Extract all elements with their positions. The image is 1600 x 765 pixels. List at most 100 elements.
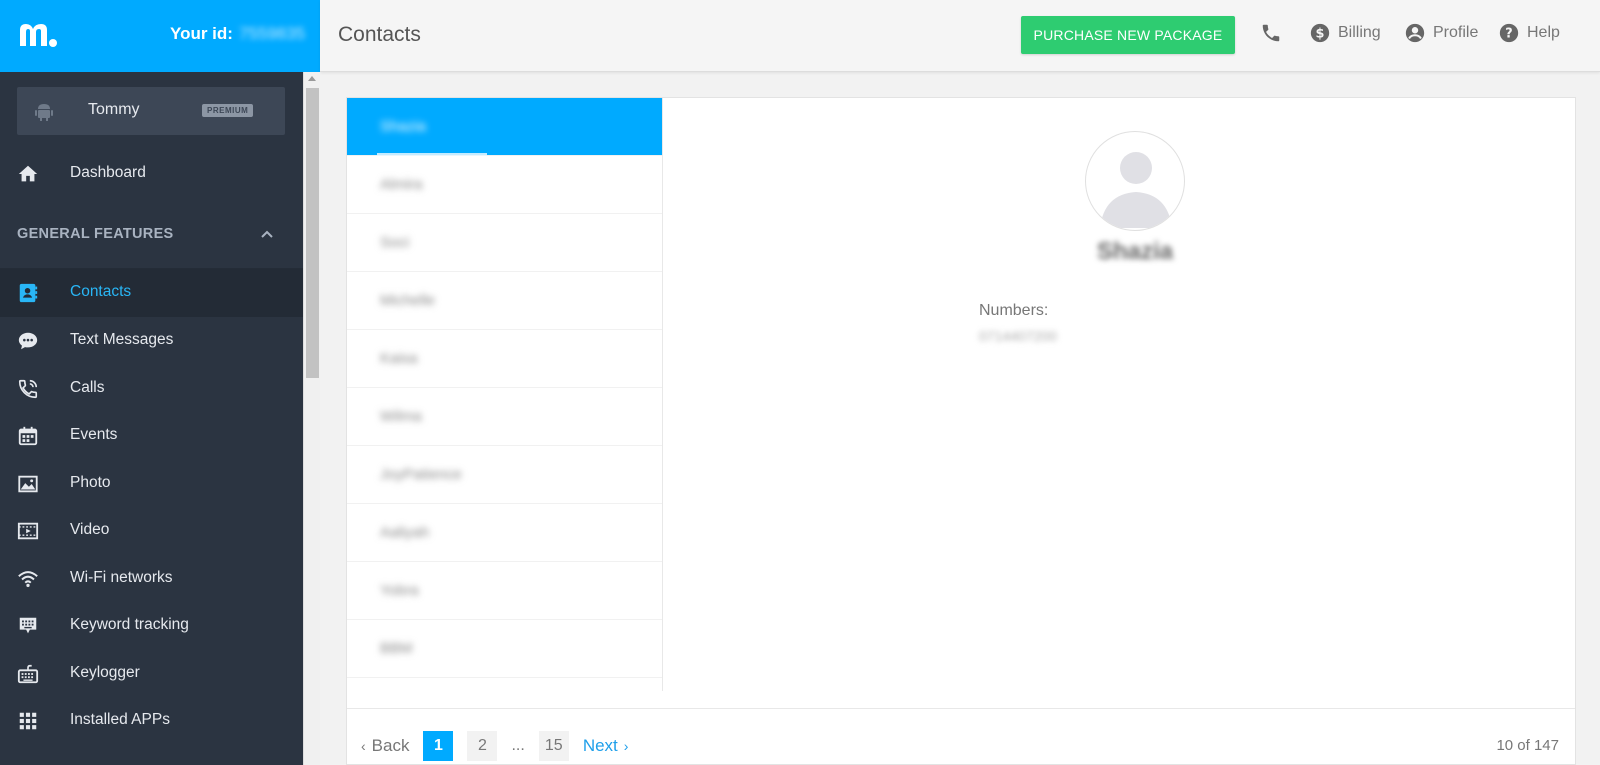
back-label: Back bbox=[371, 736, 410, 755]
user-id-value: 7559835 bbox=[238, 24, 306, 43]
sidebar-item-installed-apps[interactable]: Installed APPs bbox=[0, 697, 303, 745]
contact-list-item[interactable]: Shazia bbox=[347, 98, 662, 156]
phone-call-icon bbox=[16, 377, 40, 401]
billing-label: Billing bbox=[1338, 24, 1381, 41]
phone-number: 0714407200 bbox=[979, 328, 1057, 344]
contact-list: Shazia Almira Soci Michelle Kaisa Wilma … bbox=[347, 98, 663, 691]
keyboard-chat-icon bbox=[16, 614, 40, 638]
sidebar-item-keyword-tracking[interactable]: Keyword tracking bbox=[0, 602, 303, 650]
next-label: Next bbox=[582, 736, 618, 755]
contact-list-item[interactable]: Wilma bbox=[347, 388, 662, 446]
calendar-icon bbox=[16, 424, 40, 448]
contact-name: Aaliyah bbox=[380, 524, 430, 541]
contact-list-item[interactable]: Aaliyah bbox=[347, 504, 662, 562]
user-id-label: Your id: bbox=[170, 24, 233, 43]
profile-label: Profile bbox=[1433, 24, 1479, 41]
sidebar-item-label: Contacts bbox=[70, 283, 132, 300]
app-logo-icon[interactable] bbox=[16, 18, 58, 52]
contact-list-item[interactable]: BBM bbox=[347, 620, 662, 678]
device-selector[interactable]: Tommy PREMIUM bbox=[17, 87, 285, 135]
contact-list-item[interactable]: JoyPatience bbox=[347, 446, 662, 504]
svg-text:$: $ bbox=[1316, 27, 1325, 42]
contact-list-item[interactable]: Yobra bbox=[347, 562, 662, 620]
contact-name: Michelle bbox=[380, 292, 436, 309]
pagination: ‹ Back 1 2 ... 15 Next › bbox=[361, 731, 628, 761]
contact-name: Wilma bbox=[380, 408, 422, 425]
sidebar-item-photo[interactable]: Photo bbox=[0, 460, 303, 508]
contact-name: Kaisa bbox=[380, 350, 418, 367]
svg-text:?: ? bbox=[1505, 27, 1512, 42]
contact-name: Almira bbox=[380, 176, 423, 193]
contact-name: JoyPatience bbox=[380, 466, 462, 483]
chevron-right-icon: › bbox=[623, 738, 629, 754]
page-title: Contacts bbox=[338, 23, 421, 46]
sidebar-item-wifi-networks[interactable]: Wi-Fi networks bbox=[0, 555, 303, 603]
device-name: Tommy bbox=[88, 101, 140, 118]
next-button[interactable]: Next › bbox=[583, 736, 629, 756]
sidebar-item-label: Photo bbox=[70, 474, 111, 491]
contact-name: Shazia bbox=[380, 118, 426, 135]
home-icon bbox=[16, 162, 40, 186]
page-button-last[interactable]: 15 bbox=[538, 731, 569, 761]
sidebar-item-video[interactable]: Video bbox=[0, 507, 303, 555]
purchase-package-button[interactable]: PURCHASE NEW PACKAGE bbox=[1021, 16, 1235, 54]
contact-name: Soci bbox=[380, 234, 410, 251]
phone-link[interactable] bbox=[1260, 22, 1289, 44]
contact-name: BBM bbox=[380, 640, 413, 657]
android-icon bbox=[35, 104, 53, 121]
back-button[interactable]: ‹ Back bbox=[361, 736, 409, 756]
sidebar-item-text-messages[interactable]: Text Messages bbox=[0, 317, 303, 365]
contact-name: Yobra bbox=[380, 582, 419, 599]
profile-link[interactable]: Profile bbox=[1404, 22, 1478, 44]
billing-link[interactable]: $ Billing bbox=[1309, 22, 1381, 44]
sidebar-item-label: Calls bbox=[70, 379, 105, 396]
help-circle-icon: ? bbox=[1499, 23, 1519, 43]
keyboard-icon bbox=[16, 662, 40, 686]
premium-badge: PREMIUM bbox=[202, 104, 254, 117]
sidebar-item-calls[interactable]: Calls bbox=[0, 365, 303, 413]
contact-detail: Shazia Numbers: 0714407200 bbox=[663, 98, 1575, 691]
phone-icon bbox=[1262, 24, 1280, 42]
sidebar-item-label: Installed APPs bbox=[70, 711, 170, 728]
result-count: 10 of 147 bbox=[1496, 737, 1559, 754]
scroll-up-icon[interactable] bbox=[308, 76, 316, 81]
sidebar-scrollbar[interactable] bbox=[303, 72, 320, 765]
sidebar-item-label: Events bbox=[70, 426, 118, 443]
sidebar: Tommy PREMIUM Dashboard GENERAL FEATURES… bbox=[0, 72, 303, 765]
user-id-display: Your id: 7559835 bbox=[170, 24, 305, 44]
contact-list-item[interactable]: Soci bbox=[347, 214, 662, 272]
contact-list-item[interactable]: Almira bbox=[347, 156, 662, 214]
numbers-label: Numbers: bbox=[979, 302, 1049, 319]
sidebar-item-keylogger[interactable]: Keylogger bbox=[0, 650, 303, 698]
contact-detail-name: Shazia bbox=[1096, 238, 1174, 265]
sidebar-item-contacts[interactable]: Contacts bbox=[0, 269, 303, 317]
sidebar-item-label: Text Messages bbox=[70, 331, 174, 348]
dollar-circle-icon: $ bbox=[1310, 23, 1330, 43]
page-ellipsis: ... bbox=[511, 737, 525, 754]
general-features-section[interactable]: GENERAL FEATURES bbox=[0, 210, 303, 262]
page-button[interactable]: 1 bbox=[423, 731, 454, 761]
page-button[interactable]: 2 bbox=[467, 731, 498, 761]
avatar bbox=[1085, 131, 1185, 231]
contact-list-item[interactable]: Kaisa bbox=[347, 330, 662, 388]
sidebar-item-label: Keyword tracking bbox=[70, 616, 189, 633]
sidebar-item-dashboard[interactable]: Dashboard bbox=[0, 150, 303, 198]
sidebar-item-label: Wi-Fi networks bbox=[70, 569, 173, 586]
user-avatar-icon bbox=[1100, 152, 1172, 228]
sidebar-item-label: Keylogger bbox=[70, 664, 140, 681]
help-link[interactable]: ? Help bbox=[1498, 22, 1560, 44]
image-icon bbox=[16, 472, 40, 496]
pagination-bar: ‹ Back 1 2 ... 15 Next › 10 of 147 bbox=[347, 708, 1575, 765]
top-bar: Contacts PURCHASE NEW PACKAGE $ Billing … bbox=[320, 0, 1600, 72]
chat-bubble-icon bbox=[16, 329, 40, 353]
sidebar-item-label: Video bbox=[70, 521, 110, 538]
brand-header: Your id: 7559835 bbox=[0, 0, 320, 72]
sidebar-item-label: Dashboard bbox=[70, 164, 146, 181]
film-icon bbox=[16, 519, 40, 543]
contacts-panel: Shazia Almira Soci Michelle Kaisa Wilma … bbox=[346, 97, 1576, 765]
scrollbar-thumb[interactable] bbox=[306, 88, 319, 378]
contact-list-item[interactable]: Michelle bbox=[347, 272, 662, 330]
account-circle-icon bbox=[1405, 23, 1425, 43]
contact-book-icon bbox=[16, 281, 40, 305]
sidebar-item-events[interactable]: Events bbox=[0, 412, 303, 460]
